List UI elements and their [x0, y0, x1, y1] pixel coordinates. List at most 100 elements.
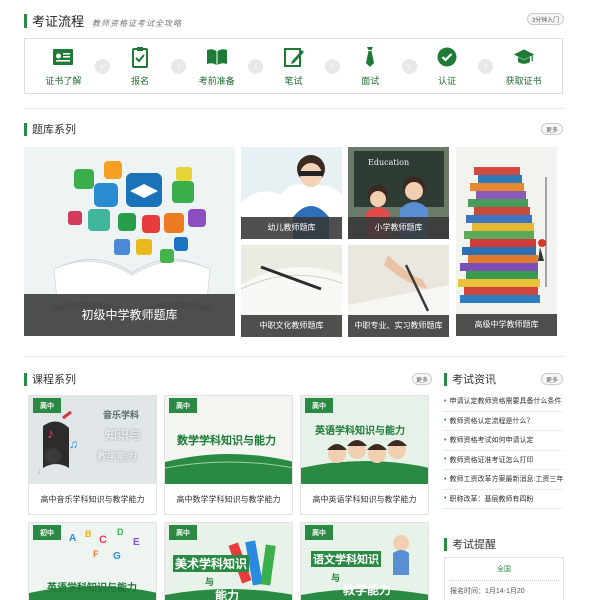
step-label: 报名 [131, 75, 150, 86]
bullet-icon: • [444, 417, 447, 425]
banner-line: 语文学科知识 [311, 551, 381, 567]
courses-more-button[interactable]: 更多 [412, 373, 432, 385]
bank-tile-senior-high[interactable]: 高级中学教师题库 [456, 147, 557, 336]
banner-line: 与 [331, 573, 341, 583]
banner-line: 数学学科知识与能力 [177, 435, 276, 447]
course-banner: A B C D E F G 初中 英语学科知识与能力 [29, 523, 156, 600]
section-bar [24, 122, 27, 136]
question-bank-header: 题库系列 [24, 121, 76, 137]
bank-tile-vocational-professional[interactable]: 中职专业、实习教师题库 [348, 245, 449, 337]
courses-header: 课程系列 [24, 371, 76, 387]
bullet-icon: • [444, 475, 447, 483]
step-certificate[interactable]: 证书了解 › [25, 39, 110, 93]
reminder-box: 全国 报名时间：1月14-1月20 [444, 557, 564, 600]
course-banner: 高中 数学学科知识与能力 [165, 396, 292, 484]
course-card-music[interactable]: ♪ ♫ ♩ 高中 音乐学科 知识与 教学能力 高中音乐学科知识与教学能力 [28, 395, 157, 515]
section-bar [444, 372, 447, 386]
news-item[interactable]: • 职称改革：基层教师有四盼 [444, 490, 564, 509]
bank-tile-label: 小学教师题库 [348, 217, 449, 239]
news-item[interactable]: • 教师资格证准考证怎么打印 [444, 451, 564, 470]
step-interview[interactable]: 面试 › [332, 39, 417, 93]
svg-text:♩: ♩ [37, 466, 47, 477]
banner-line: 英语学科知识与能力 [315, 426, 405, 437]
level-badge: 高中 [169, 525, 197, 540]
news-link[interactable]: 申请认定教师资格需要具备什么条件 [449, 396, 561, 406]
reminder-date: 报名时间：1月14-1月20 [450, 588, 525, 595]
intro-button[interactable]: 3分钟入门 [527, 13, 564, 25]
course-card-math[interactable]: 高中 数学学科知识与能力 高中数学学科知识与教学能力 [164, 395, 293, 515]
news-link[interactable]: 教师资格考试如何申请认定 [449, 435, 533, 445]
bank-tile-kindergarten[interactable]: 幼儿教师题库 [241, 147, 342, 239]
bullet-icon: • [444, 397, 447, 405]
news-item[interactable]: • 教师资格考试如何申请认定 [444, 431, 564, 451]
banner-line: 知识与 [105, 428, 142, 442]
bank-tile-junior-high[interactable]: 初级中学教师题库 [24, 147, 235, 336]
certificate-icon [52, 46, 74, 68]
level-badge: 高中 [305, 398, 333, 413]
course-banner: 高中 英语学科知识与能力 [301, 396, 428, 484]
news-link[interactable]: 教师资格认定流程是什么？ [449, 416, 533, 426]
bank-tile-label: 高级中学教师题库 [456, 314, 557, 336]
step-prepare[interactable]: 考前准备 › [178, 39, 264, 93]
course-card-english[interactable]: 高中 英语学科知识与能力 高中英语学科知识与教学能力 [300, 395, 429, 515]
bullet-icon: • [444, 436, 447, 444]
level-badge: 初中 [33, 525, 61, 540]
bank-tile-label: 中职文化教师题库 [241, 315, 342, 337]
step-written-exam[interactable]: 笔试 › [255, 39, 340, 93]
course-card-chinese[interactable]: 高中 语文学科知识 与 教学能力 [300, 522, 429, 600]
check-circle-icon [436, 46, 458, 68]
news-item[interactable]: • 申请认定教师资格需要具备什么条件 [444, 392, 564, 412]
graduation-cap-icon [513, 46, 535, 68]
bank-tile-label: 幼儿教师题库 [241, 217, 342, 239]
course-card-junior-english[interactable]: A B C D E F G 初中 英语学科知识与能力 [28, 522, 157, 600]
bank-tile-vocational-culture[interactable]: 中职文化教师题库 [241, 245, 342, 337]
course-name: 高中数学学科知识与教学能力 [176, 494, 281, 504]
banner-line: 美术学科知识 [173, 555, 250, 572]
reminder-region[interactable]: 全国 [445, 564, 563, 574]
svg-text:D: D [117, 527, 124, 537]
news-link[interactable]: 职称改革：基层教师有四盼 [449, 494, 533, 504]
step-register[interactable]: 报名 › [102, 39, 187, 93]
bullet-icon: • [444, 456, 447, 464]
section-bar [24, 372, 27, 386]
course-card-art[interactable]: 高中 美术学科知识 与 能力 [164, 522, 293, 600]
step-obtain-certificate[interactable]: 获取证书 [485, 39, 562, 93]
news-link[interactable]: 教师资格证准考证怎么打印 [449, 455, 533, 465]
news-item[interactable]: • 教师资格认定流程是什么？ [444, 412, 564, 431]
bullet-icon: • [444, 495, 447, 503]
divider [24, 356, 563, 357]
news-link[interactable]: 教师工资改革方案最新消息:工资三年一... [449, 474, 564, 484]
bank-tile-label: 初级中学教师题库 [24, 294, 235, 336]
banner-line: 教学能力 [97, 452, 137, 463]
bank-tile-primary[interactable]: Education 小学教师题库 [348, 147, 449, 239]
chevron-right-icon: › [94, 59, 110, 74]
section-bar [444, 537, 447, 551]
section-bar [24, 13, 27, 28]
clipboard-icon [129, 46, 151, 68]
step-label: 笔试 [284, 75, 303, 86]
news-item[interactable]: • 教师工资改革方案最新消息:工资三年一... [444, 470, 564, 490]
news-title: 考试资讯 [452, 374, 496, 386]
news-header: 考试资讯 [444, 371, 496, 387]
divider [449, 580, 559, 581]
banner-line: 音乐学科 [103, 410, 140, 420]
question-bank-more-button[interactable]: 更多 [541, 123, 563, 135]
exam-flow-steps: 证书了解 › 报名 › 考前准备 › 笔试 › 面试 › 认证 › 获取证书 [24, 38, 563, 94]
course-banner: 高中 语文学科知识 与 教学能力 [301, 523, 428, 600]
level-badge: 高中 [169, 398, 197, 413]
courses-title: 课程系列 [32, 374, 76, 386]
svg-text:♪: ♪ [47, 425, 54, 441]
board-text: Education [368, 158, 409, 167]
step-label: 证书了解 [45, 75, 82, 86]
news-more-button[interactable]: 更多 [541, 373, 563, 385]
banner-line: 英语学科知识与能力 [47, 583, 137, 594]
book-stack-photo [456, 147, 557, 336]
svg-text:C: C [99, 534, 107, 546]
level-badge: 高中 [33, 398, 61, 413]
divider [24, 108, 563, 109]
news-list: • 申请认定教师资格需要具备什么条件 • 教师资格认定流程是什么？ • 教师资格考试如… [444, 392, 564, 509]
step-label: 考前准备 [198, 75, 235, 86]
book-icon [206, 46, 228, 68]
chevron-right-icon: › [401, 59, 417, 74]
step-certify[interactable]: 认证 › [409, 39, 494, 93]
